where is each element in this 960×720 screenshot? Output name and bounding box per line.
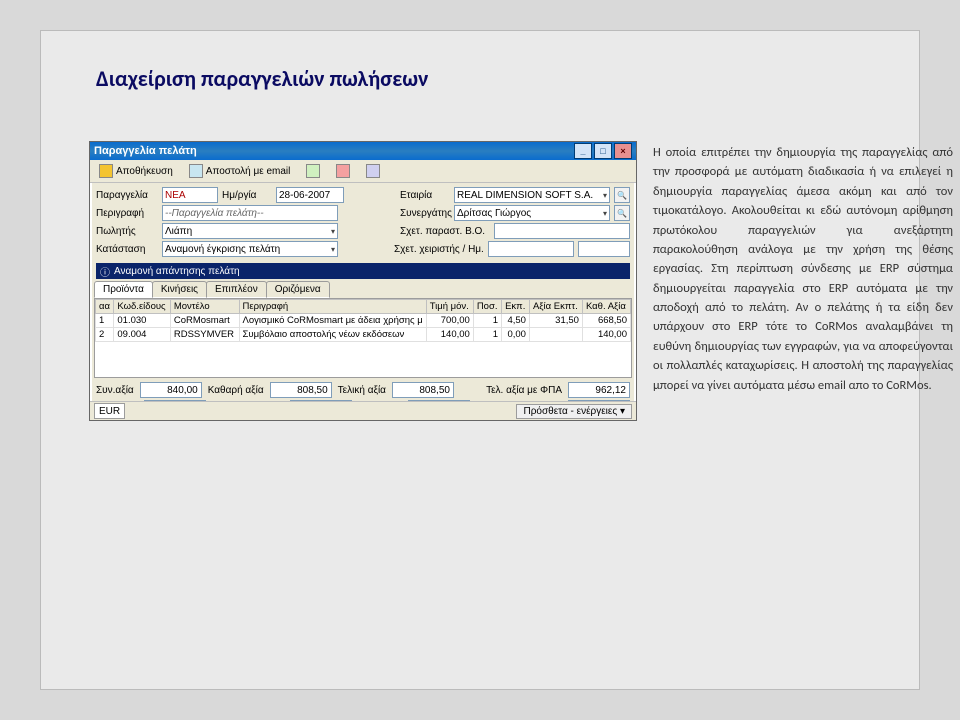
desc-field[interactable]: --Παραγγελία πελάτη-- <box>162 205 338 221</box>
minimize-button[interactable]: _ <box>574 143 592 159</box>
save-label: Αποθήκευση <box>116 166 173 177</box>
pencil-icon <box>306 164 320 178</box>
col-aa[interactable]: αα <box>96 300 114 314</box>
tool-button-1[interactable] <box>301 162 325 180</box>
handler-field[interactable] <box>488 241 574 257</box>
col-model[interactable]: Μοντέλο <box>170 300 239 314</box>
lbl-final: Τελική αξία <box>338 385 386 396</box>
company-lookup[interactable]: 🔍 <box>614 187 630 203</box>
sum-field[interactable]: 840,00 <box>140 382 202 398</box>
status-field[interactable]: Αναμονή έγκρισης πελάτη <box>162 241 338 257</box>
col-disc[interactable]: Εκπ. <box>502 300 530 314</box>
table-row[interactable]: 1 01.030 CoRMosmart Λογισμικό CoRMosmart… <box>96 314 631 328</box>
info-text: Αναμονή απάντησης πελάτη <box>114 266 240 277</box>
delete-icon <box>336 164 350 178</box>
col-qty[interactable]: Ποσ. <box>473 300 501 314</box>
save-button[interactable]: Αποθήκευση <box>94 162 178 180</box>
col-code[interactable]: Κωδ.είδους <box>114 300 170 314</box>
chevron-down-icon: ▾ <box>620 406 625 417</box>
col-desc[interactable]: Περιγραφή <box>239 300 426 314</box>
company-field[interactable]: REAL DIMENSION SOFT S.A. <box>454 187 610 203</box>
final-vat-field[interactable]: 962,12 <box>568 382 630 398</box>
table-row[interactable]: 2 09.004 RDSSYMVER Συμβόλαιο αποστολής ν… <box>96 328 631 342</box>
lbl-order: Παραγγελία <box>96 190 158 201</box>
info-band: ⓘ Αναμονή απάντησης πελάτη <box>96 263 630 279</box>
lbl-handler: Σχετ. χειριστής / Ημ. <box>394 244 484 255</box>
col-discval[interactable]: Αξία Εκπτ. <box>529 300 582 314</box>
save-icon <box>99 164 113 178</box>
actions-button[interactable]: Πρόσθετα - ενέργειες ▾ <box>516 404 632 419</box>
mail-icon <box>189 164 203 178</box>
net-field[interactable]: 808,50 <box>270 382 332 398</box>
lbl-partner: Συνεργάτης <box>400 208 450 219</box>
lbl-seller: Πωλητής <box>96 226 158 237</box>
toolbar: Αποθήκευση Αποστολή με email <box>90 160 636 183</box>
window-title: Παραγγελία πελάτη <box>94 145 197 157</box>
app-window: Παραγγελία πελάτη _ □ × Αποθήκευση Αποστ… <box>89 141 637 421</box>
tab-products[interactable]: Προϊόντα <box>94 281 153 298</box>
date-field[interactable]: 28-06-2007 <box>276 187 344 203</box>
tool-button-3[interactable] <box>361 162 385 180</box>
tab-movements[interactable]: Κινήσεις <box>152 281 207 298</box>
page-card: Διαχείριση παραγγελιών πωλήσεων Παραγγελ… <box>40 30 920 690</box>
seller-field[interactable]: Λιάπη <box>162 223 338 239</box>
lbl-final-vat: Τελ. αξία με ΦΠΑ <box>486 385 562 396</box>
email-label: Αποστολή με email <box>206 166 291 177</box>
grid[interactable]: αα Κωδ.είδους Μοντέλο Περιγραφή Τιμή μόν… <box>94 298 632 378</box>
close-button[interactable]: × <box>614 143 632 159</box>
lbl-company: Εταιρία <box>400 190 450 201</box>
lbl-desc: Περιγραφή <box>96 208 158 219</box>
tab-custom[interactable]: Οριζόμενα <box>266 281 330 298</box>
zoom-icon <box>366 164 380 178</box>
tool-button-2[interactable] <box>331 162 355 180</box>
lbl-status: Κατάσταση <box>96 244 158 255</box>
currency-box[interactable]: EUR <box>94 403 125 419</box>
final-field[interactable]: 808,50 <box>392 382 454 398</box>
form-area: Παραγγελία ΝΕΑ Ημ/ργία 28-06-2007 Εταιρί… <box>90 183 636 261</box>
description-paragraph: Η οποία επιτρέπει την δημιουργία της παρ… <box>653 143 953 395</box>
lbl-voucher: Σχετ. παραστ. B.O. <box>400 226 490 237</box>
lbl-sum: Συν.αξία <box>96 385 134 396</box>
partner-field[interactable]: Δρίτσας Γιώργος <box>454 205 610 221</box>
tab-extra[interactable]: Επιπλέον <box>206 281 267 298</box>
titlebar: Παραγγελία πελάτη _ □ × <box>90 142 636 160</box>
maximize-button[interactable]: □ <box>594 143 612 159</box>
voucher-field[interactable] <box>494 223 630 239</box>
lbl-net: Καθαρή αξία <box>208 385 264 396</box>
col-net[interactable]: Καθ. Αξία <box>582 300 630 314</box>
page-title: Διαχείριση παραγγελιών πωλήσεων <box>96 65 428 92</box>
lbl-date: Ημ/ργία <box>222 190 272 201</box>
send-email-button[interactable]: Αποστολή με email <box>184 162 296 180</box>
tabstrip: Προϊόντα Κινήσεις Επιπλέον Οριζόμενα <box>90 281 636 298</box>
col-price[interactable]: Τιμή μόν. <box>426 300 473 314</box>
status-bar: EUR Πρόσθετα - ενέργειες ▾ <box>90 401 636 420</box>
handler-date-field[interactable] <box>578 241 630 257</box>
order-field[interactable]: ΝΕΑ <box>162 187 218 203</box>
partner-lookup[interactable]: 🔍 <box>614 205 630 221</box>
